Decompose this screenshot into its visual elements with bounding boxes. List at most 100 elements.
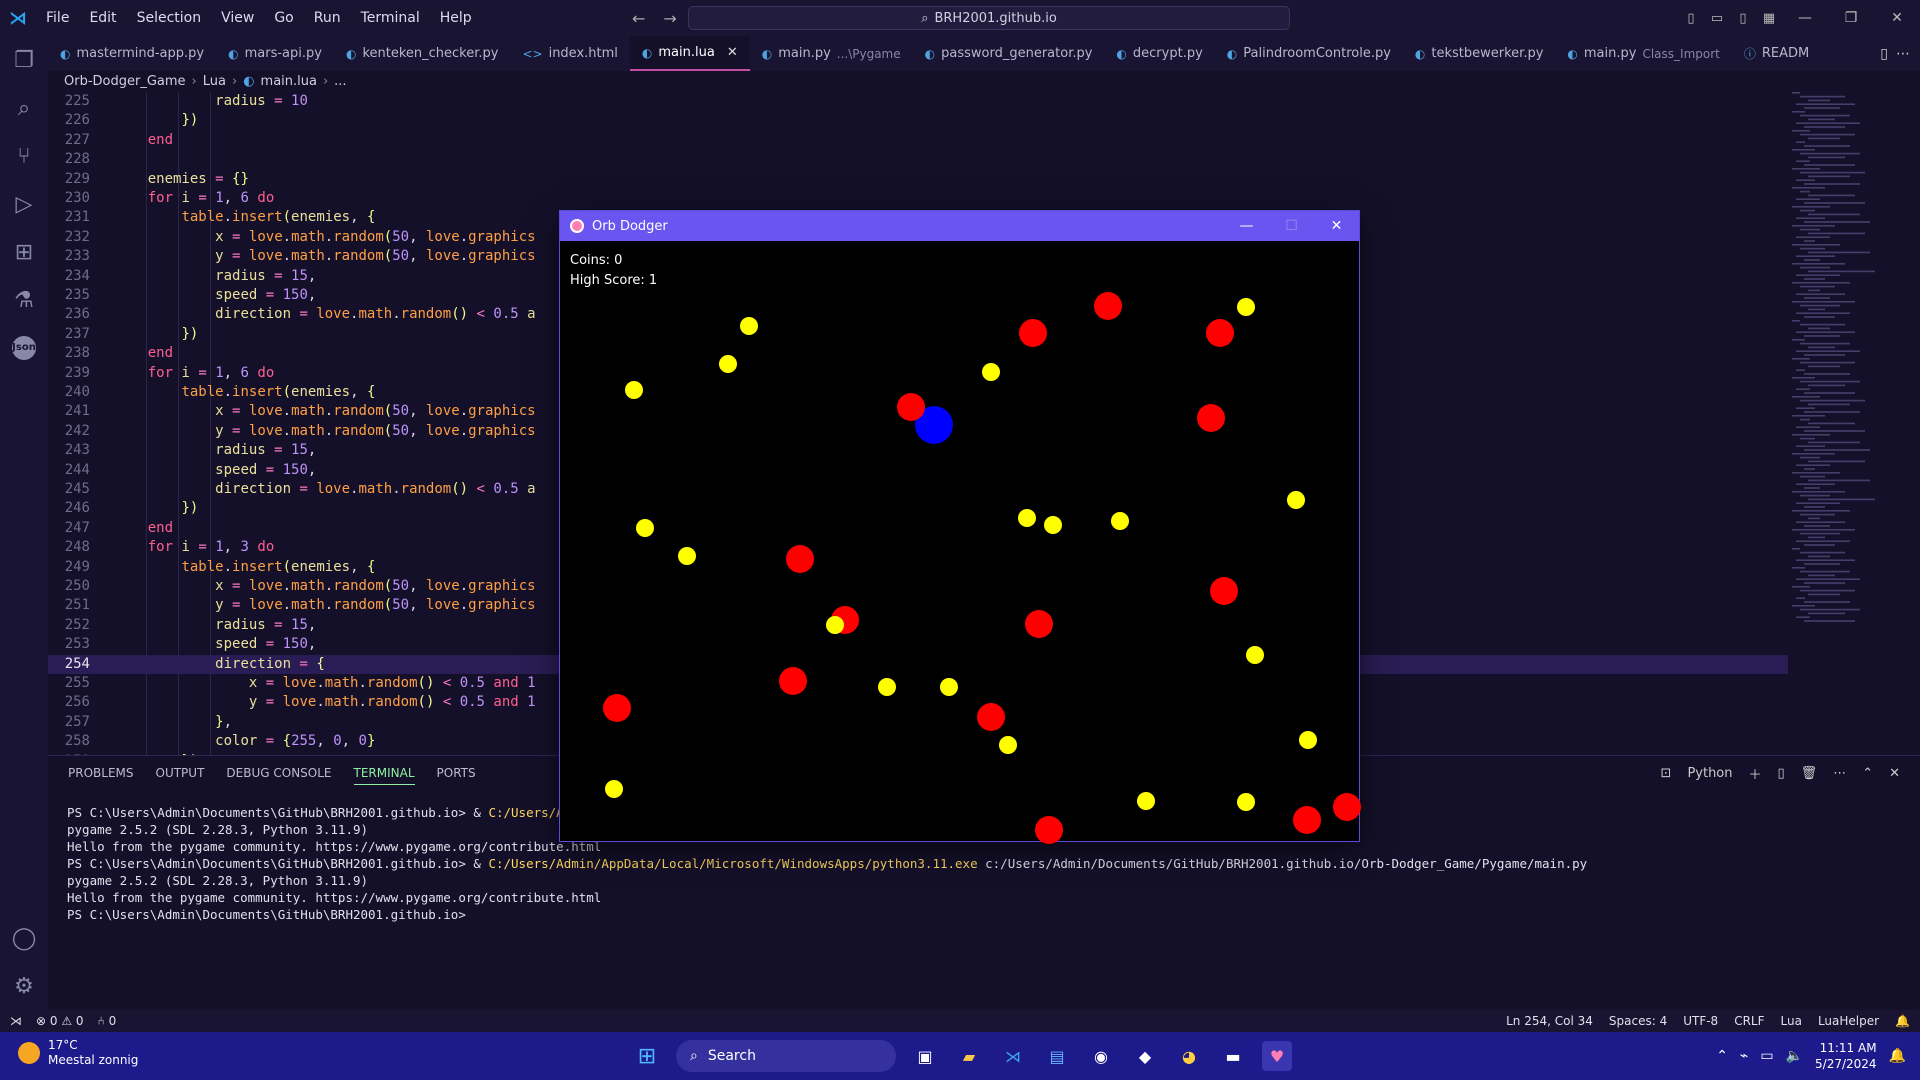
- remote-icon[interactable]: ⋊: [10, 1014, 22, 1028]
- task-view-icon[interactable]: ▣: [910, 1041, 940, 1071]
- json-icon[interactable]: Json: [0, 324, 48, 372]
- source-control-icon[interactable]: ⑂: [0, 132, 48, 180]
- tab-7[interactable]: ◐ decrypt.py: [1104, 36, 1214, 71]
- breadcrumb-subfolder[interactable]: Lua: [203, 74, 226, 89]
- code-line[interactable]: 228: [48, 150, 1788, 169]
- line-ending[interactable]: CRLF: [1734, 1014, 1764, 1028]
- maximize-panel-icon[interactable]: ⌃: [1862, 766, 1873, 781]
- toggle-panel-icon[interactable]: ▭: [1704, 11, 1730, 26]
- split-editor-icon[interactable]: ▯: [1880, 46, 1888, 62]
- panel-tab-debug-console[interactable]: DEBUG CONSOLE: [226, 766, 331, 785]
- menu-go[interactable]: Go: [264, 0, 303, 36]
- windows-start-icon[interactable]: ⊞: [632, 1041, 662, 1071]
- code-line[interactable]: 229 enemies = {}: [48, 170, 1788, 189]
- tab-8[interactable]: ◐ PalindroomControle.py: [1215, 36, 1403, 71]
- menu-edit[interactable]: Edit: [79, 0, 126, 36]
- minimap-line: [1796, 198, 1820, 200]
- customize-layout-icon[interactable]: ▦: [1756, 11, 1782, 26]
- code-line[interactable]: 227 end: [48, 131, 1788, 150]
- restore-button[interactable]: ❐: [1828, 10, 1874, 26]
- game-close-button[interactable]: ✕: [1314, 211, 1359, 241]
- testing-icon[interactable]: ⚗: [0, 276, 48, 324]
- menu-view[interactable]: View: [211, 0, 264, 36]
- weather-widget[interactable]: 17°C Meestal zonnig: [18, 1038, 138, 1068]
- more-icon[interactable]: ⋯: [1833, 766, 1846, 781]
- explorer-icon[interactable]: ❐: [0, 36, 48, 84]
- tab-11[interactable]: ⓘ READM: [1732, 36, 1821, 71]
- tab-2[interactable]: ◐ kenteken_checker.py: [334, 36, 511, 71]
- minimap[interactable]: [1792, 92, 1912, 652]
- toggle-sidebar-icon[interactable]: ▯: [1678, 11, 1704, 26]
- panel-tab-output[interactable]: OUTPUT: [156, 766, 205, 785]
- back-arrow-icon[interactable]: ←: [632, 9, 645, 28]
- errors-indicator[interactable]: ⊗ 0 ⚠ 0: [36, 1014, 84, 1028]
- display-icon[interactable]: ▭: [1760, 1048, 1773, 1064]
- cursor-position[interactable]: Ln 254, Col 34: [1506, 1014, 1593, 1028]
- menu-run[interactable]: Run: [304, 0, 351, 36]
- account-icon[interactable]: ◯: [0, 914, 48, 962]
- panel-tab-problems[interactable]: PROBLEMS: [68, 766, 134, 785]
- menu-terminal[interactable]: Terminal: [351, 0, 430, 36]
- code-line[interactable]: 230 for i = 1, 6 do: [48, 189, 1788, 208]
- close-panel-icon[interactable]: ✕: [1889, 766, 1900, 781]
- store-icon[interactable]: ▤: [1042, 1041, 1072, 1071]
- network-icon[interactable]: ⌁: [1740, 1048, 1748, 1064]
- new-terminal-icon[interactable]: ＋: [1749, 764, 1762, 783]
- minimize-button[interactable]: —: [1782, 10, 1828, 26]
- notification-bell-icon[interactable]: 🔔: [1889, 1048, 1906, 1064]
- orb-dodger-window[interactable]: Orb Dodger — ☐ ✕ Coins: 0 High Score: 1: [559, 210, 1361, 844]
- close-button[interactable]: ✕: [1874, 10, 1920, 26]
- close-tab-icon[interactable]: ✕: [727, 45, 738, 60]
- language-mode[interactable]: Lua: [1781, 1014, 1802, 1028]
- terminal-app-icon[interactable]: ▬: [1218, 1041, 1248, 1071]
- tab-5[interactable]: ◐ main.py ...\Pygame: [750, 36, 913, 71]
- forward-arrow-icon[interactable]: →: [663, 9, 676, 28]
- more-actions-icon[interactable]: ⋯: [1896, 46, 1910, 62]
- panel-tab-terminal[interactable]: TERMINAL: [353, 766, 415, 785]
- extensions-icon[interactable]: ⊞: [0, 228, 48, 276]
- tab-10[interactable]: ◐ main.py Class_Import: [1555, 36, 1731, 71]
- file-explorer-icon[interactable]: ▰: [954, 1041, 984, 1071]
- tab-description: Class_Import: [1642, 46, 1720, 61]
- github-icon[interactable]: ◉: [1086, 1041, 1116, 1071]
- vscode-icon[interactable]: ⋊: [998, 1041, 1028, 1071]
- command-center[interactable]: ⌕ BRH2001.github.io: [688, 6, 1290, 30]
- minimap-line: [1792, 586, 1810, 588]
- tab-6[interactable]: ◐ password_generator.py: [913, 36, 1105, 71]
- ports-indicator[interactable]: ⑃ 0: [98, 1014, 117, 1028]
- trash-icon[interactable]: 🗑: [1801, 766, 1818, 781]
- taskbar-search[interactable]: ⌕ Search: [676, 1040, 896, 1072]
- run-debug-icon[interactable]: ▷: [0, 180, 48, 228]
- panel-tab-ports[interactable]: PORTS: [437, 766, 476, 785]
- breadcrumb-folder[interactable]: Orb-Dodger_Game: [64, 74, 186, 89]
- notifications-bell-icon[interactable]: 🔔: [1895, 1014, 1910, 1028]
- tab-0[interactable]: ◐ mastermind-app.py: [48, 36, 216, 71]
- chrome-icon[interactable]: ◕: [1174, 1041, 1204, 1071]
- breadcrumb-symbol[interactable]: ...: [334, 74, 346, 89]
- clock[interactable]: 11:11 AM 5/27/2024: [1815, 1040, 1877, 1072]
- code-line[interactable]: 226 }): [48, 111, 1788, 130]
- file-type-icon: ◐: [60, 46, 71, 61]
- tab-4[interactable]: ◐ main.lua ✕: [629, 36, 750, 71]
- search-icon[interactable]: ⌕: [0, 84, 48, 132]
- tab-3[interactable]: <> index.html: [510, 36, 629, 71]
- settings-gear-icon[interactable]: ⚙: [0, 962, 48, 1010]
- encoding[interactable]: UTF-8: [1683, 1014, 1718, 1028]
- inkscape-icon[interactable]: ◆: [1130, 1041, 1160, 1071]
- tab-9[interactable]: ◐ tekstbewerker.py: [1403, 36, 1556, 71]
- tab-1[interactable]: ◐ mars-api.py: [216, 36, 334, 71]
- volume-icon[interactable]: 🔈: [1786, 1048, 1803, 1064]
- menu-file[interactable]: File: [36, 0, 79, 36]
- indentation[interactable]: Spaces: 4: [1609, 1014, 1667, 1028]
- menu-selection[interactable]: Selection: [127, 0, 212, 36]
- code-line[interactable]: 225 radius = 10: [48, 92, 1788, 111]
- orb-dodger-app-icon[interactable]: ♥: [1262, 1041, 1292, 1071]
- split-terminal-icon[interactable]: ▯: [1778, 766, 1785, 781]
- extension-status[interactable]: LuaHelper: [1818, 1014, 1879, 1028]
- chevron-up-icon[interactable]: ⌃: [1716, 1048, 1728, 1064]
- menu-help[interactable]: Help: [430, 0, 482, 36]
- game-minimize-button[interactable]: —: [1224, 211, 1269, 241]
- breadcrumb-file[interactable]: main.lua: [261, 74, 317, 89]
- terminal-shell-label[interactable]: Python: [1687, 766, 1732, 781]
- toggle-secondary-sidebar-icon[interactable]: ▯: [1730, 11, 1756, 26]
